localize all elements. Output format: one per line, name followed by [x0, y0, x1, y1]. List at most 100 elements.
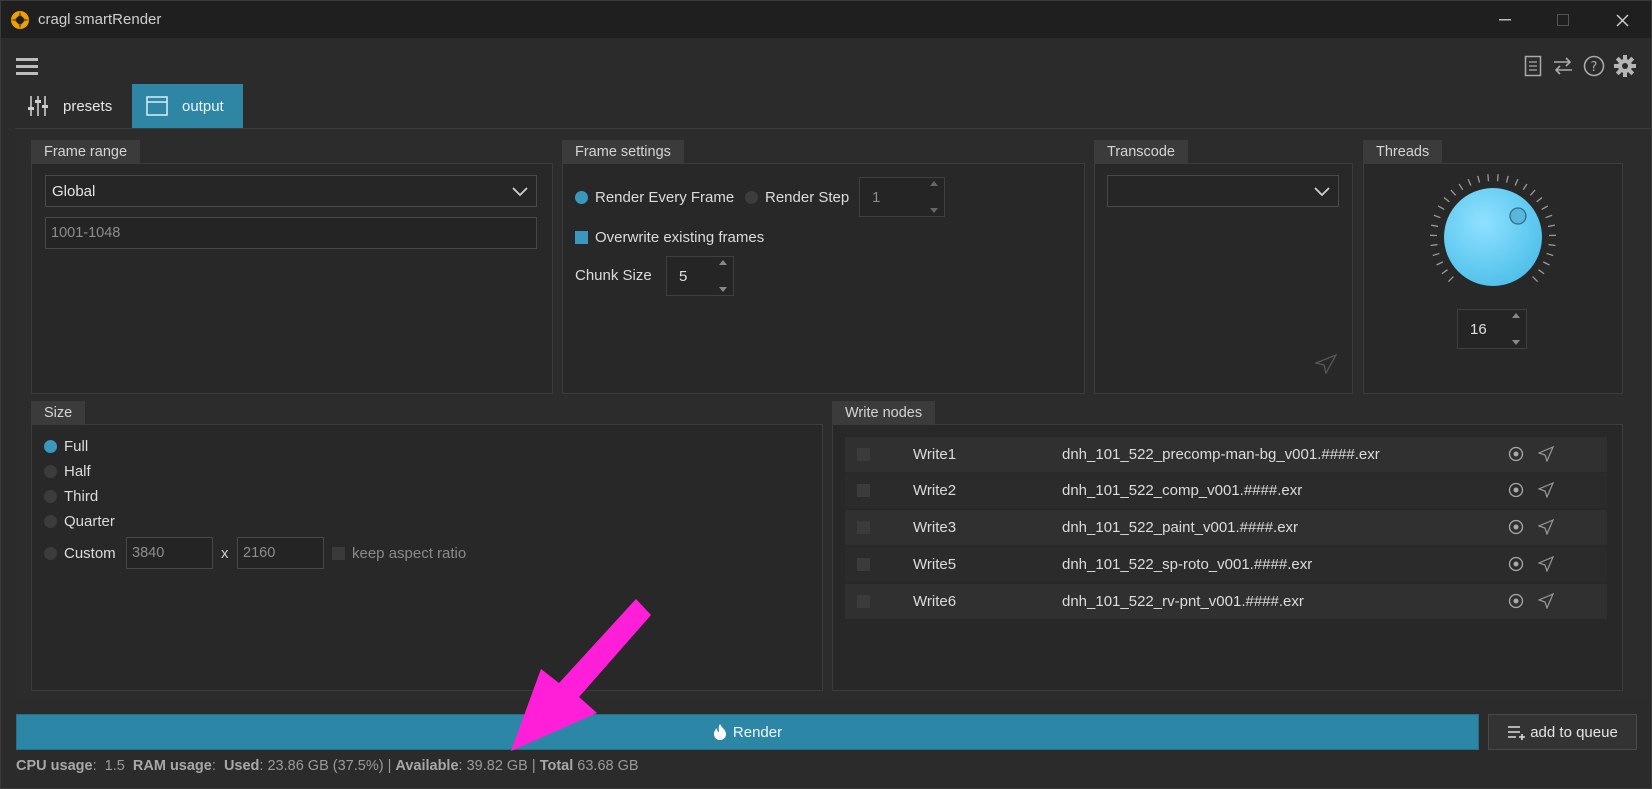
target-icon[interactable] — [1508, 556, 1524, 572]
tab-output-label: output — [182, 97, 224, 115]
dial-tick — [1477, 175, 1481, 183]
render-every-frame-radio[interactable]: Render Every Frame — [575, 189, 734, 206]
dial-tick — [1529, 189, 1536, 196]
chunk-size-value: 5 — [679, 268, 688, 285]
chevron-down-icon — [512, 187, 528, 197]
spin-down-icon[interactable] — [1511, 339, 1521, 346]
frame-range-mode-select[interactable]: Global — [45, 175, 537, 207]
custom-height-input[interactable]: 2160 — [237, 537, 324, 569]
checkbox-unchecked — [332, 547, 345, 560]
add-to-list-icon — [1508, 726, 1526, 740]
add-to-queue-button[interactable]: add to queue — [1488, 714, 1637, 750]
row-checkbox[interactable] — [857, 558, 870, 571]
row-checkbox[interactable] — [857, 595, 870, 608]
write-node-row[interactable]: Write3 dnh_101_522_paint_v001.####.exr — [845, 510, 1607, 545]
transcode-title: Transcode — [1094, 140, 1188, 164]
row-checkbox[interactable] — [857, 521, 870, 534]
size-half-radio[interactable]: Half — [44, 463, 91, 480]
dial-tick — [1541, 205, 1549, 211]
write-node-file: dnh_101_522_paint_v001.####.exr — [1062, 519, 1299, 536]
settings-gear-icon[interactable] — [1612, 53, 1638, 79]
radio-dot-off — [44, 490, 57, 503]
size-third-label: Third — [64, 488, 99, 505]
dial-tick — [1536, 197, 1543, 203]
write-node-file: dnh_101_522_sp-roto_v001.####.exr — [1062, 556, 1313, 573]
render-button[interactable]: Render — [16, 714, 1479, 750]
target-icon[interactable] — [1508, 519, 1524, 535]
render-every-frame-label: Render Every Frame — [595, 189, 735, 206]
app-window: cragl smartRender ? presets output Frame… — [0, 0, 1652, 789]
write-node-row[interactable]: Write5 dnh_101_522_sp-roto_v001.####.exr — [845, 547, 1607, 582]
minimize-button[interactable] — [1483, 5, 1527, 35]
spin-up-icon[interactable] — [1511, 312, 1521, 319]
close-button[interactable] — [1600, 5, 1644, 35]
threads-title: Threads — [1363, 140, 1443, 164]
size-half-label: Half — [64, 463, 91, 480]
frame-range-input[interactable]: 1001-1048 — [45, 217, 537, 249]
render-label: Render — [732, 723, 783, 741]
help-icon[interactable]: ? — [1581, 53, 1607, 79]
send-icon[interactable] — [1538, 482, 1554, 498]
ram-usage-label: RAM usage — [132, 758, 212, 774]
transcode-select[interactable] — [1107, 175, 1339, 207]
send-icon[interactable] — [1538, 593, 1554, 609]
send-icon[interactable] — [1538, 446, 1554, 462]
maximize-button[interactable] — [1541, 5, 1585, 35]
overwrite-checkbox[interactable]: Overwrite existing frames — [575, 229, 764, 246]
spin-up-icon[interactable] — [929, 180, 939, 187]
dial-tick — [1546, 252, 1554, 257]
size-full-radio[interactable]: Full — [44, 438, 88, 455]
render-step-radio[interactable]: Render Step — [745, 189, 849, 206]
swap-arrows-icon[interactable] — [1550, 53, 1576, 79]
send-icon[interactable] — [1538, 556, 1554, 572]
send-icon[interactable] — [1313, 353, 1338, 377]
render-step-spinbox[interactable]: 1 — [859, 177, 945, 217]
radio-dot-on — [44, 440, 57, 453]
hamburger-menu-icon[interactable] — [14, 53, 40, 79]
write-node-name: Write1 — [913, 446, 957, 463]
document-icon[interactable] — [1520, 53, 1546, 79]
keep-aspect-checkbox[interactable]: keep aspect ratio — [332, 545, 466, 562]
write-node-row[interactable]: Write6 dnh_101_522_rv-pnt_v001.####.exr — [845, 584, 1607, 619]
tab-presets-label: presets — [63, 97, 113, 115]
target-icon[interactable] — [1508, 482, 1524, 498]
chevron-down-icon — [1314, 187, 1330, 197]
size-full-label: Full — [64, 438, 89, 455]
dial-tick — [1496, 174, 1499, 182]
size-custom-radio[interactable]: Custom — [44, 545, 116, 562]
frame-range-mode-value: Global — [52, 182, 96, 200]
target-icon[interactable] — [1508, 446, 1524, 462]
threads-spinbox[interactable]: 16 — [1457, 309, 1527, 349]
threads-dial[interactable] — [1425, 173, 1561, 300]
nuke-app-icon — [10, 10, 30, 30]
tab-presets[interactable]: presets — [13, 84, 131, 128]
render-step-value: 1 — [872, 189, 881, 206]
spin-up-icon[interactable] — [718, 259, 728, 266]
dial-tick — [1447, 276, 1454, 283]
keep-aspect-label: keep aspect ratio — [352, 545, 467, 562]
custom-width-input[interactable]: 3840 — [126, 537, 213, 569]
window-title: cragl smartRender — [38, 11, 162, 28]
tab-output[interactable]: output — [132, 84, 243, 128]
spin-down-icon[interactable] — [718, 286, 728, 293]
dial-tick — [1522, 183, 1528, 191]
ram-available-label: Available — [395, 758, 459, 774]
flame-icon — [713, 724, 726, 740]
dial-tick — [1432, 252, 1440, 257]
row-checkbox[interactable] — [857, 448, 870, 461]
write-node-row[interactable]: Write2 dnh_101_522_comp_v001.####.exr — [845, 473, 1607, 508]
write-node-row[interactable]: Write1 dnh_101_522_precomp-man-bg_v001.#… — [845, 437, 1607, 472]
dial-tick — [1545, 214, 1553, 219]
size-third-radio[interactable]: Third — [44, 488, 98, 505]
dial-tick — [1538, 269, 1545, 275]
size-quarter-radio[interactable]: Quarter — [44, 513, 115, 530]
dimension-x-label: x — [221, 545, 229, 562]
row-checkbox[interactable] — [857, 484, 870, 497]
radio-dot-off — [44, 515, 57, 528]
send-icon[interactable] — [1538, 519, 1554, 535]
radio-dot-on — [575, 191, 588, 204]
spin-down-icon[interactable] — [929, 207, 939, 214]
target-icon[interactable] — [1508, 593, 1524, 609]
frame-settings-title: Frame settings — [562, 140, 684, 164]
chunk-size-spinbox[interactable]: 5 — [666, 256, 734, 296]
